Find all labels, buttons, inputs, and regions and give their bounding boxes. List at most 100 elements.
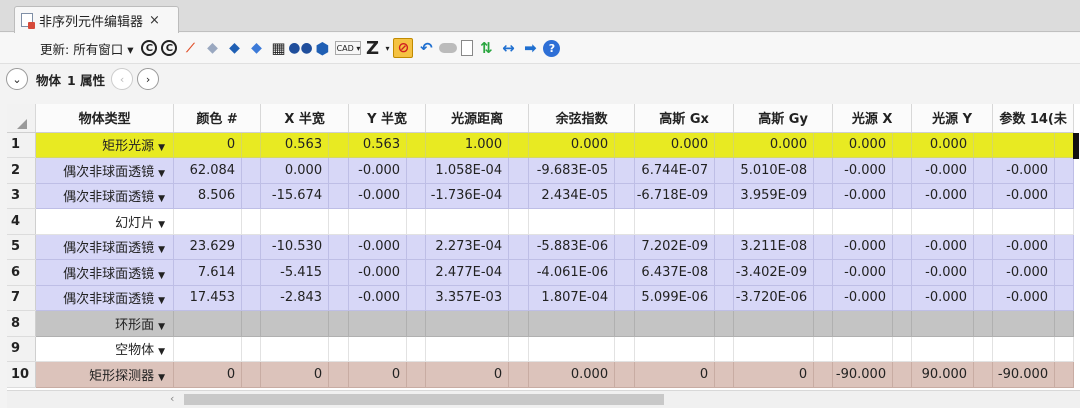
object-type-select[interactable]: 偶次非球面透镜 ▼ [35, 157, 175, 184]
solve-cell[interactable] [328, 132, 350, 158]
solve-cell[interactable] [614, 183, 636, 209]
solve-cell[interactable] [328, 310, 350, 337]
solve-cell[interactable] [508, 183, 530, 209]
table-cell[interactable]: 0 [425, 361, 510, 388]
solve-cell[interactable] [1054, 259, 1075, 286]
solve-cell[interactable] [973, 285, 994, 311]
solve-cell[interactable] [406, 157, 427, 184]
solve-cell[interactable] [892, 183, 913, 209]
row-number[interactable]: 7 [7, 285, 37, 311]
table-cell[interactable]: 17.453 [173, 285, 243, 311]
solve-cell[interactable] [973, 336, 994, 362]
solve-cell[interactable] [813, 361, 834, 388]
object-type-select[interactable]: 矩形探测器 ▼ [35, 361, 175, 388]
table-cell[interactable] [528, 310, 616, 337]
solve-cell[interactable] [406, 132, 427, 158]
table-cell[interactable]: -0.000 [348, 259, 408, 286]
table-cell[interactable] [733, 208, 815, 235]
solve-cell[interactable] [1054, 208, 1075, 235]
column-header[interactable]: 颜色 # [173, 104, 262, 133]
table-cell[interactable]: -1.736E-04 [425, 183, 510, 209]
solve-cell[interactable] [614, 234, 636, 260]
table-cell[interactable]: 0 [733, 361, 815, 388]
row-number[interactable]: 4 [7, 208, 37, 235]
solve-cell[interactable] [328, 361, 350, 388]
solve-cell[interactable] [813, 234, 834, 260]
table-cell[interactable] [425, 336, 510, 362]
solve-cell[interactable] [714, 234, 735, 260]
solve-cell[interactable] [892, 234, 913, 260]
solve-cell[interactable] [614, 310, 636, 337]
table-cell[interactable]: -0.000 [992, 157, 1056, 184]
solve-cell[interactable] [1054, 310, 1075, 337]
table-cell[interactable]: 8.506 [173, 183, 243, 209]
table-cell[interactable]: -6.718E-09 [634, 183, 716, 209]
no-entry-icon[interactable]: ⊘ [393, 38, 414, 58]
solve-cell[interactable] [406, 259, 427, 286]
table-cell[interactable]: 0.000 [733, 132, 815, 158]
solve-cell[interactable] [1054, 336, 1075, 362]
solve-cell[interactable] [714, 336, 735, 362]
table-cell[interactable] [832, 208, 894, 235]
solve-cell[interactable] [508, 310, 530, 337]
horizontal-scrollbar[interactable]: ‹ [7, 390, 1080, 408]
column-header[interactable]: 光源 Y [911, 104, 994, 133]
chevron-down-icon[interactable]: ▼ [158, 296, 165, 306]
solve-cell[interactable] [973, 361, 994, 388]
table-cell[interactable] [992, 336, 1056, 362]
table-cell[interactable]: 3.211E-08 [733, 234, 815, 260]
solve-cell[interactable] [813, 259, 834, 286]
object-type-select[interactable]: 矩形光源 ▼ [35, 132, 175, 158]
solve-cell[interactable] [714, 310, 735, 337]
table-cell[interactable]: 0 [173, 132, 243, 158]
table-cell[interactable] [348, 310, 408, 337]
go-arrow-icon[interactable]: ➡ [521, 39, 539, 57]
solve-cell[interactable] [241, 285, 262, 311]
object-type-select[interactable]: 偶次非球面透镜 ▼ [35, 234, 175, 260]
solve-cell[interactable] [614, 361, 636, 388]
solve-cell[interactable] [714, 208, 735, 235]
chevron-down-icon[interactable]: ▼ [158, 220, 165, 230]
solve-cell[interactable] [892, 361, 913, 388]
refresh-all-icon[interactable]: C [161, 40, 178, 56]
solve-cell[interactable] [892, 157, 913, 184]
table-cell[interactable]: -0.000 [832, 157, 894, 184]
table-cell[interactable]: -0.000 [832, 234, 894, 260]
column-header[interactable]: Y 半宽 [348, 104, 427, 133]
close-icon[interactable]: × [149, 13, 160, 28]
corner-cell[interactable] [7, 104, 37, 133]
solve-cell[interactable] [1054, 157, 1075, 184]
chevron-down-icon[interactable]: ▼ [158, 245, 165, 255]
table-cell[interactable]: 0.563 [348, 132, 408, 158]
table-cell[interactable]: 0.000 [528, 361, 616, 388]
row-number[interactable]: 3 [7, 183, 37, 209]
solve-cell[interactable] [508, 132, 530, 158]
vertical-scrollbar[interactable] [1073, 133, 1079, 159]
table-cell[interactable]: -5.883E-06 [528, 234, 616, 260]
table-cell[interactable]: -10.530 [260, 234, 330, 260]
object-type-select[interactable]: 偶次非球面透镜 ▼ [35, 183, 175, 209]
solve-cell[interactable] [406, 285, 427, 311]
solve-cell[interactable] [241, 183, 262, 209]
solve-cell[interactable] [241, 132, 262, 158]
table-cell[interactable] [528, 208, 616, 235]
solve-cell[interactable] [813, 285, 834, 311]
table-cell[interactable] [348, 208, 408, 235]
solve-cell[interactable] [1054, 234, 1075, 260]
table-cell[interactable]: 3.959E-09 [733, 183, 815, 209]
solve-cell[interactable] [241, 234, 262, 260]
prev-object-button[interactable]: ‹ [111, 68, 134, 90]
toggle-icon[interactable] [439, 43, 458, 53]
solve-cell[interactable] [973, 183, 994, 209]
solve-cell[interactable] [813, 336, 834, 362]
table-cell[interactable]: -0.000 [348, 234, 408, 260]
solve-cell[interactable] [241, 157, 262, 184]
table-cell[interactable]: 1.000 [425, 132, 510, 158]
solve-cell[interactable] [406, 336, 427, 362]
row-number[interactable]: 10 [7, 361, 37, 388]
solve-cell[interactable] [614, 285, 636, 311]
solve-cell[interactable] [714, 361, 735, 388]
solve-cell[interactable] [328, 183, 350, 209]
table-cell[interactable]: 0.000 [260, 157, 330, 184]
column-header[interactable]: 余弦指数 [528, 104, 636, 133]
